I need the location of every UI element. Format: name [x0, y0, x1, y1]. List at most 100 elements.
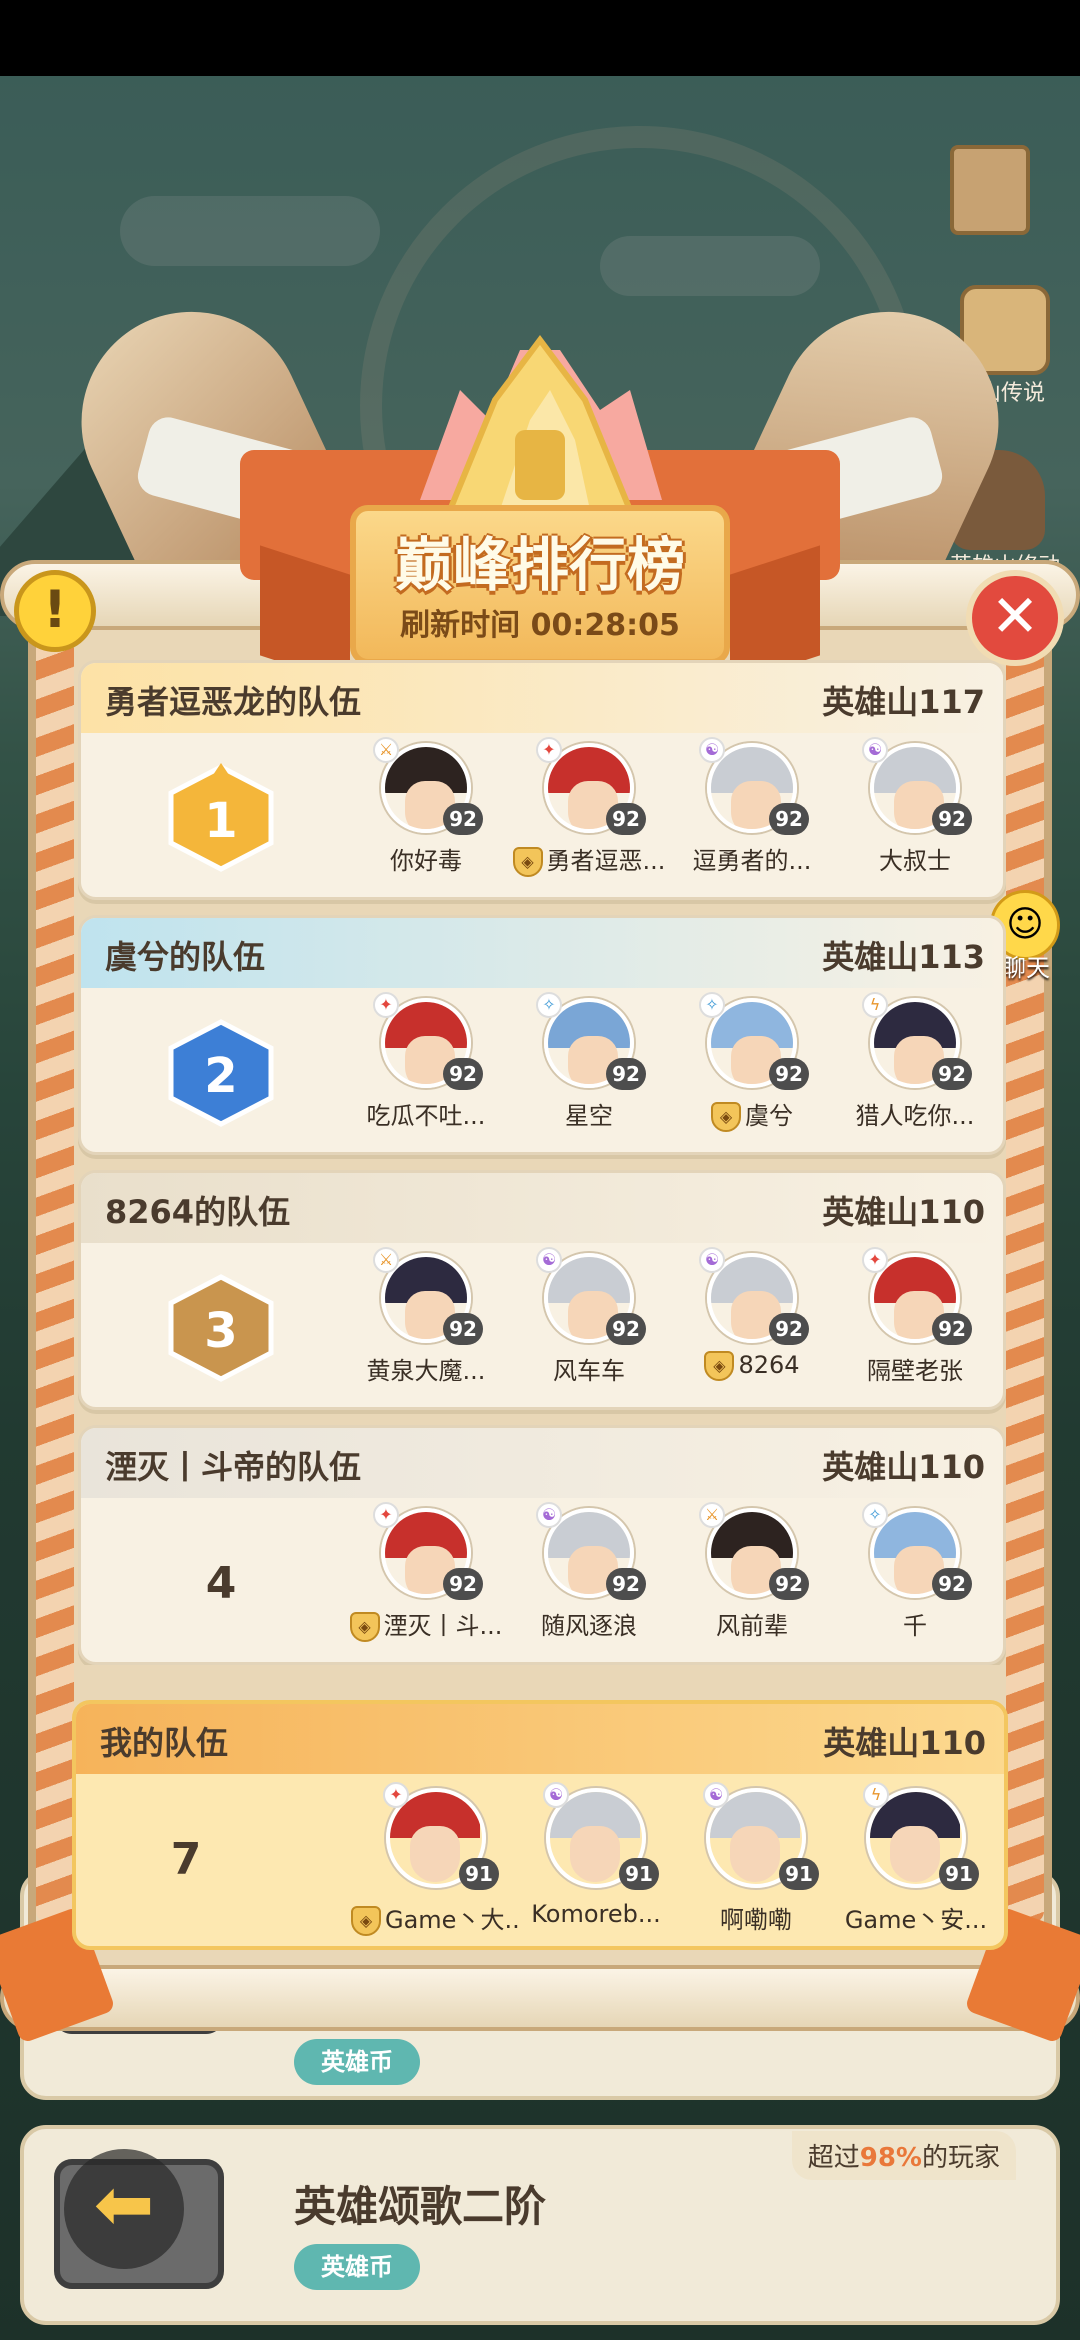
- team-header: 湮灭丨斗帝的队伍 英雄山110: [81, 1428, 1003, 1498]
- wind-element-icon: ☯: [699, 1247, 725, 1273]
- team-member[interactable]: ⚔ 92 黄泉大魔...: [351, 1247, 501, 1393]
- team-card[interactable]: 勇者逗恶龙的队伍 英雄山117 1 ⚔ 92 你好毒 ✦ 92 ◈ 勇者逗恶...…: [78, 660, 1006, 900]
- fire-element-icon: ✦: [383, 1782, 409, 1808]
- bolt-element-icon: ϟ: [862, 992, 888, 1018]
- hero-level: 92: [932, 1568, 972, 1600]
- reward-card[interactable]: ⬅ 超过98%的玩家 英雄颂歌二阶 英雄币: [20, 2125, 1060, 2325]
- member-name: 随风逐浪: [541, 1612, 637, 1640]
- sword-element-icon: ⚔: [373, 1247, 399, 1273]
- team-header: 勇者逗恶龙的队伍 英雄山117: [81, 663, 1003, 733]
- member-name: ◈ Game丶大...: [351, 1900, 521, 1936]
- member-name: ◈ 湮灭丨斗...: [341, 1606, 511, 1642]
- panel-bottom-rail: [0, 1965, 1080, 2031]
- hero-level: 92: [606, 803, 646, 835]
- wind-element-icon: ☯: [536, 1247, 562, 1273]
- team-header: 8264的队伍 英雄山110: [81, 1173, 1003, 1243]
- hero-level: 91: [939, 1858, 979, 1890]
- my-team-card[interactable]: 我的队伍 英雄山110 7 ✦ 91 ◈ Game丶大... ☯ 91 Komor…: [72, 1700, 1008, 1950]
- leader-shield-icon: ◈: [512, 847, 543, 877]
- hero-level: 92: [932, 1313, 972, 1345]
- member-name: 黄泉大魔...: [366, 1357, 486, 1385]
- hero-level: 92: [606, 1058, 646, 1090]
- hero-level: 91: [459, 1858, 499, 1890]
- rank-3-badge-icon: 3: [168, 1274, 274, 1382]
- hero-level: 91: [619, 1858, 659, 1890]
- rank-number: 3: [204, 1303, 237, 1359]
- rank-number: 7: [170, 1834, 202, 1885]
- team-card[interactable]: 湮灭丨斗帝的队伍 英雄山110 4 ✦ 92 ◈ 湮灭丨斗... ☯ 92 随风逐…: [78, 1425, 1006, 1665]
- team-name: 勇者逗恶龙的队伍: [105, 683, 362, 721]
- team-card[interactable]: 8264的队伍 英雄山110 3 ⚔ 92 黄泉大魔... ☯ 92 风车车 ☯…: [78, 1170, 1006, 1410]
- member-name: 你好毒: [390, 847, 462, 875]
- hero-level: 92: [443, 1313, 483, 1345]
- hero-level: 92: [769, 1313, 809, 1345]
- team-member[interactable]: ✦ 92 隔壁老张: [840, 1247, 990, 1393]
- team-member[interactable]: ☯ 92 逗勇者的...: [677, 737, 827, 883]
- sword-element-icon: ⚔: [373, 737, 399, 763]
- page-title: 巅峰排行榜: [394, 531, 685, 599]
- water-element-icon: ✧: [862, 1502, 888, 1528]
- quest-scroll-icon[interactable]: [950, 145, 1030, 235]
- team-member[interactable]: ✧ 92 ◈ 虞兮: [677, 992, 827, 1138]
- sword-element-icon: ⚔: [699, 1502, 725, 1528]
- wind-element-icon: ☯: [703, 1782, 729, 1808]
- hero-level: 92: [443, 1568, 483, 1600]
- member-name: 猎人吃你...: [855, 1102, 975, 1130]
- rank-number: 4: [205, 1558, 237, 1609]
- hero-level: 92: [932, 1058, 972, 1090]
- leaderboard-list[interactable]: 勇者逗恶龙的队伍 英雄山117 1 ⚔ 92 你好毒 ✦ 92 ◈ 勇者逗恶...…: [60, 660, 1020, 1665]
- fire-element-icon: ✦: [373, 992, 399, 1018]
- team-member[interactable]: ☯ 92 风车车: [514, 1247, 664, 1393]
- team-member[interactable]: ✧ 92 千: [840, 1502, 990, 1648]
- fire-element-icon: ✦: [862, 1247, 888, 1273]
- team-member[interactable]: ☯ 91 Komoreb...: [521, 1782, 671, 1928]
- wind-element-icon: ☯: [536, 1502, 562, 1528]
- leader-shield-icon: ◈: [351, 1906, 381, 1936]
- team-member[interactable]: ⚔ 92 风前辈: [677, 1502, 827, 1648]
- fire-element-icon: ✦: [536, 737, 562, 763]
- team-card[interactable]: 虞兮的队伍 英雄山113 2 ✦ 92 吃瓜不吐... ✧ 92 星空 ✧ 92…: [78, 915, 1006, 1155]
- water-element-icon: ✧: [536, 992, 562, 1018]
- member-name: ◈ 勇者逗恶...: [504, 841, 674, 877]
- wind-element-icon: ☯: [862, 737, 888, 763]
- info-button[interactable]: !: [14, 570, 96, 652]
- team-member[interactable]: ☯ 92 大叔士: [840, 737, 990, 883]
- refresh-time: 刷新时间 00:28:05: [400, 608, 680, 643]
- member-name: 千: [903, 1612, 927, 1640]
- member-name: Game丶安...: [844, 1906, 988, 1934]
- wind-element-icon: ☯: [543, 1782, 569, 1808]
- team-member[interactable]: ✦ 91 ◈ Game丶大...: [351, 1782, 521, 1936]
- team-member[interactable]: ✦ 92 ◈ 勇者逗恶...: [512, 737, 665, 883]
- rank-number: 2: [204, 1048, 237, 1104]
- rank-2-badge-icon: 2: [168, 1019, 274, 1127]
- bolt-element-icon: ϟ: [863, 1782, 889, 1808]
- team-member[interactable]: ☯ 92 ◈ 8264: [677, 1247, 827, 1393]
- team-name: 8264的队伍: [105, 1193, 291, 1231]
- member-name: 吃瓜不吐...: [366, 1102, 486, 1130]
- member-name: 风车车: [553, 1357, 625, 1385]
- team-level: 英雄山117: [822, 683, 985, 721]
- team-member[interactable]: ✦ 92 吃瓜不吐...: [351, 992, 501, 1138]
- back-arrow-icon[interactable]: ⬅: [64, 2149, 184, 2269]
- team-member[interactable]: ☯ 92 随风逐浪: [514, 1502, 664, 1648]
- team-level: 英雄山110: [822, 1193, 985, 1231]
- coin-tag: 英雄币: [294, 2244, 420, 2290]
- leader-shield-icon: ◈: [711, 1102, 741, 1132]
- team-member[interactable]: ☯ 91 啊嘞嘞: [681, 1782, 831, 1934]
- status-bar: [0, 0, 1080, 76]
- team-member[interactable]: ✧ 92 星空: [514, 992, 664, 1138]
- team-member[interactable]: ϟ 91 Game丶安...: [841, 1782, 991, 1934]
- percentile-badge: 超过98%的玩家: [791, 2131, 1016, 2180]
- team-name: 湮灭丨斗帝的队伍: [105, 1448, 362, 1486]
- hero-level: 92: [443, 1058, 483, 1090]
- team-member[interactable]: ϟ 92 猎人吃你...: [840, 992, 990, 1138]
- team-member[interactable]: ⚔ 92 你好毒: [351, 737, 501, 883]
- leader-shield-icon: ◈: [349, 1612, 380, 1642]
- water-element-icon: ✧: [699, 992, 725, 1018]
- close-button[interactable]: ✕: [966, 570, 1064, 666]
- team-name: 我的队伍: [100, 1724, 229, 1762]
- team-header: 虞兮的队伍 英雄山113: [81, 918, 1003, 988]
- member-name: ◈ 虞兮: [667, 1096, 837, 1132]
- leader-shield-icon: ◈: [704, 1351, 735, 1381]
- team-member[interactable]: ✦ 92 ◈ 湮灭丨斗...: [349, 1502, 502, 1648]
